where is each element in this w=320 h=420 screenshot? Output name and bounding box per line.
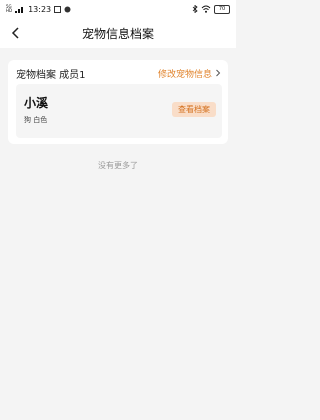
status-left: 5G HD 13:23 (6, 5, 71, 14)
network-hd-label: HD (6, 8, 13, 13)
back-arrow-icon[interactable] (8, 25, 24, 41)
status-bar: 5G HD 13:23 70 (0, 0, 236, 18)
status-time: 13:23 (28, 4, 52, 14)
no-more-text: 没有更多了 (98, 161, 138, 170)
bluetooth-icon (192, 5, 198, 13)
battery-level: 70 (218, 5, 226, 12)
view-archive-button[interactable]: 查看档案 (172, 102, 216, 117)
pet-archive-card: 宠物档案 成员1 修改宠物信息 小溪 狗 白色 查看档案 (8, 60, 228, 144)
pet-item: 小溪 狗 白色 查看档案 (16, 84, 222, 138)
status-right: 70 (192, 4, 230, 14)
card-header: 宠物档案 成员1 修改宠物信息 (8, 60, 228, 82)
card-title: 宠物档案 成员1 (16, 69, 86, 81)
page-title: 宠物信息档案 (81, 26, 154, 41)
pet-name: 小溪 (24, 96, 49, 110)
wifi-icon (201, 5, 211, 13)
edit-pet-info-link[interactable]: 修改宠物信息 (158, 67, 222, 80)
nav-header: 宠物信息档案 (0, 18, 236, 48)
signal-icon (15, 7, 24, 13)
pet-description: 狗 白色 (24, 116, 48, 124)
network-indicator: 5G HD (6, 5, 12, 13)
edit-pet-info-label: 修改宠物信息 (157, 69, 212, 80)
message-icon (64, 6, 71, 12)
chevron-right-icon (216, 69, 221, 77)
battery-icon: 70 (214, 4, 230, 14)
photo-icon (54, 5, 62, 13)
